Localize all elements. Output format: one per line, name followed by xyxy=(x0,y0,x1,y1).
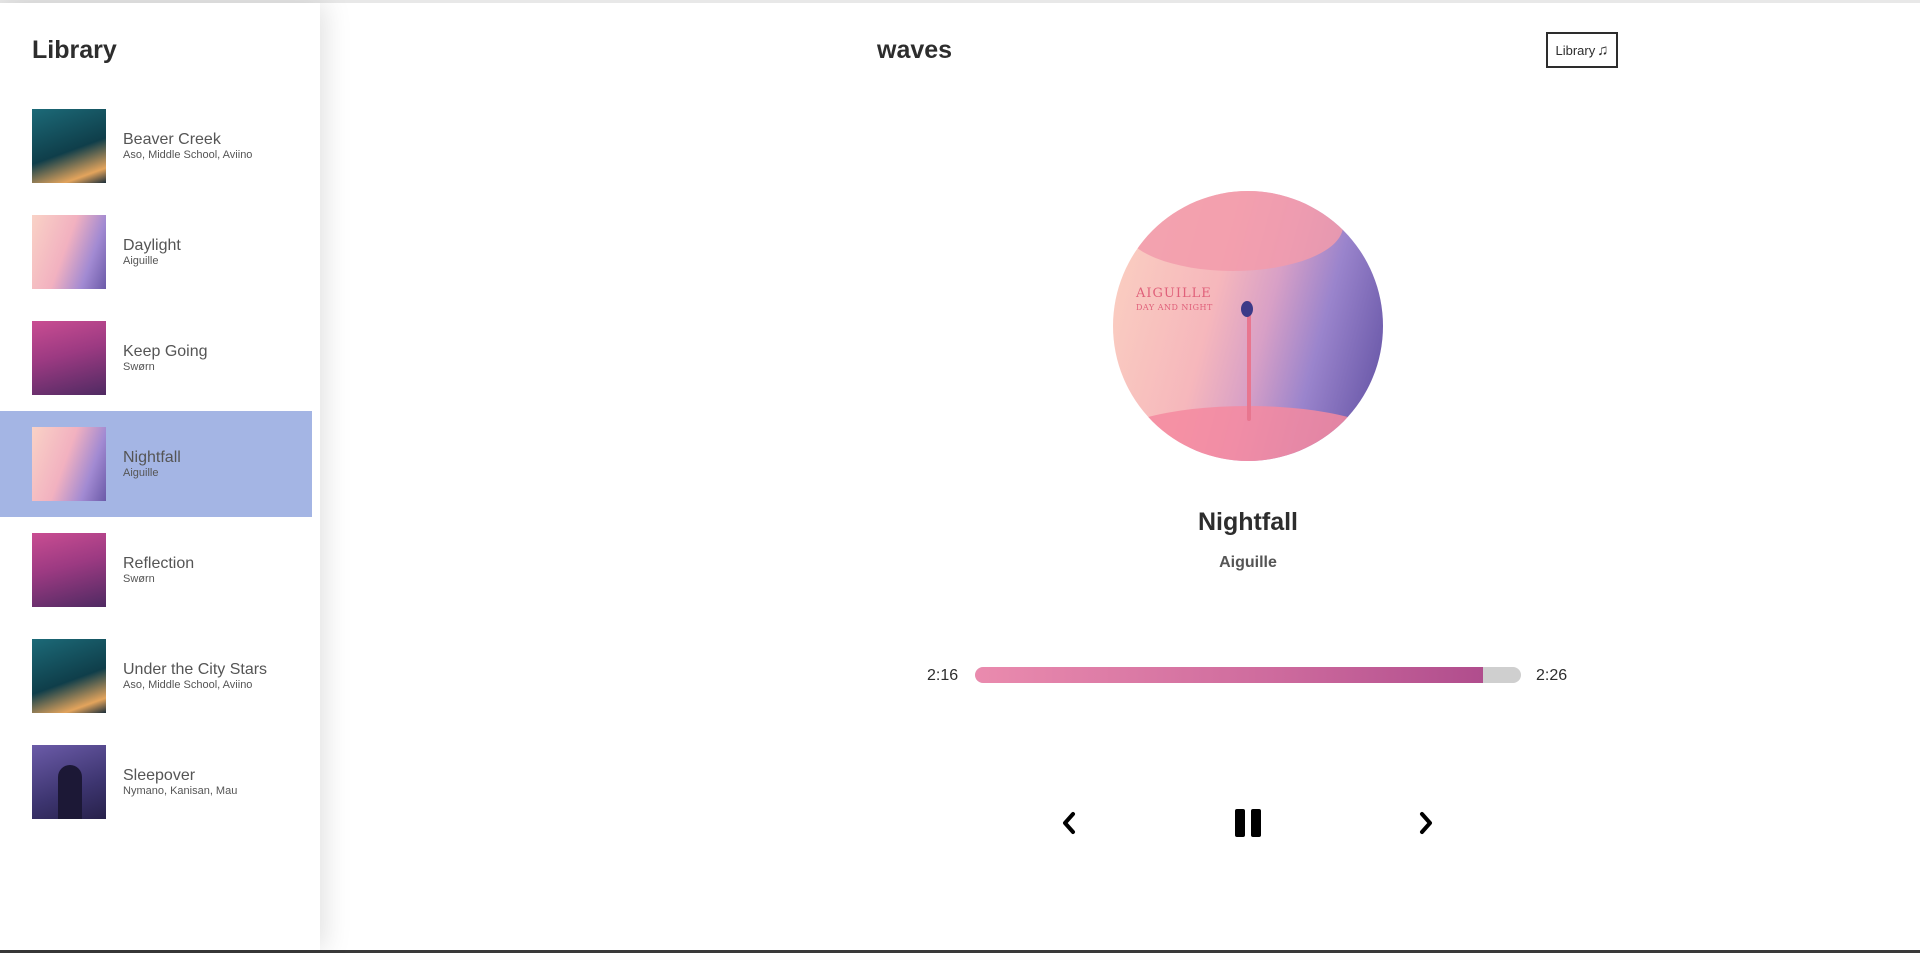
album-art-bird xyxy=(1241,301,1253,317)
song-text: Daylight Aiguille xyxy=(123,237,181,268)
song-list: Beaver Creek Aso, Middle School, Aviino Da… xyxy=(0,93,312,835)
song-item[interactable]: Daylight Aiguille xyxy=(0,199,312,305)
song-name: Under the City Stars xyxy=(123,660,268,678)
library-toggle-button[interactable]: Library ♫ xyxy=(1546,32,1618,68)
song-artist: Swørn xyxy=(123,572,155,585)
song-item[interactable]: Keep Going Swørn xyxy=(0,305,312,411)
song-name: Sleepover xyxy=(123,766,196,784)
progress-fill xyxy=(975,667,1484,683)
song-item[interactable]: Reflection Swørn xyxy=(0,517,312,623)
song-name: Reflection xyxy=(123,554,195,572)
song-artist: Aso, Middle School, Aviino xyxy=(123,148,253,161)
song-item[interactable]: Under the City Stars Aso, Middle School, … xyxy=(0,623,312,729)
chevron-right-icon xyxy=(1420,812,1432,834)
pause-button[interactable] xyxy=(1233,807,1263,839)
song-text: Under the City Stars Aso, Middle School, … xyxy=(123,661,267,692)
song-text: Beaver Creek Aso, Middle School, Aviino xyxy=(123,131,252,162)
song-cover xyxy=(32,639,106,713)
album-art-cloud xyxy=(1123,191,1343,271)
library-sidebar: Library Beaver Creek Aso, Middle School, … xyxy=(0,3,320,950)
song-item[interactable]: Nightfall Aiguille xyxy=(0,411,312,517)
song-artist: Aiguille xyxy=(123,254,159,267)
album-art-subtitle: DAY AND NIGHT xyxy=(1136,303,1213,312)
song-artist: Aiguille xyxy=(123,466,159,479)
music-note-icon: ♫ xyxy=(1597,41,1609,59)
song-text: Keep Going Swørn xyxy=(123,343,208,374)
pause-icon xyxy=(1235,809,1261,837)
total-time: 2:26 xyxy=(1536,667,1568,684)
song-cover xyxy=(32,745,106,819)
song-name: Keep Going xyxy=(123,342,208,360)
library-button-label: Library xyxy=(1555,42,1596,58)
album-art-title: AIGUILLE xyxy=(1136,286,1212,301)
cover-figure xyxy=(58,765,82,819)
song-item[interactable]: Beaver Creek Aso, Middle School, Aviino xyxy=(0,93,312,199)
next-button[interactable] xyxy=(1411,807,1441,839)
previous-button[interactable] xyxy=(1054,807,1084,839)
song-name: Daylight xyxy=(123,236,181,254)
song-cover xyxy=(32,321,106,395)
chevron-left-icon xyxy=(1063,812,1075,834)
song-artist: Swørn xyxy=(123,360,155,373)
track-artist: Aiguille xyxy=(1219,554,1277,571)
song-text: Nightfall Aiguille xyxy=(123,449,181,480)
song-artist: Aso, Middle School, Aviino xyxy=(123,678,253,691)
song-cover xyxy=(32,533,106,607)
song-item[interactable]: Sleepover Nymano, Kanisan, Mau xyxy=(0,729,312,835)
song-cover xyxy=(32,215,106,289)
track-title: Nightfall xyxy=(1198,508,1298,536)
song-cover xyxy=(32,427,106,501)
song-name: Nightfall xyxy=(123,448,181,466)
song-cover xyxy=(32,109,106,183)
song-text: Sleepover Nymano, Kanisan, Mau xyxy=(123,767,237,798)
album-art-stem xyxy=(1247,301,1251,421)
current-time: 2:16 xyxy=(927,667,959,684)
album-art: AIGUILLE DAY AND NIGHT xyxy=(1113,191,1383,461)
app-logo: waves xyxy=(877,36,953,64)
song-name: Beaver Creek xyxy=(123,130,221,148)
song-text: Reflection Swørn xyxy=(123,555,194,586)
song-artist: Nymano, Kanisan, Mau xyxy=(123,784,238,797)
progress-bar[interactable] xyxy=(975,667,1521,683)
sidebar-title: Library xyxy=(32,36,117,64)
